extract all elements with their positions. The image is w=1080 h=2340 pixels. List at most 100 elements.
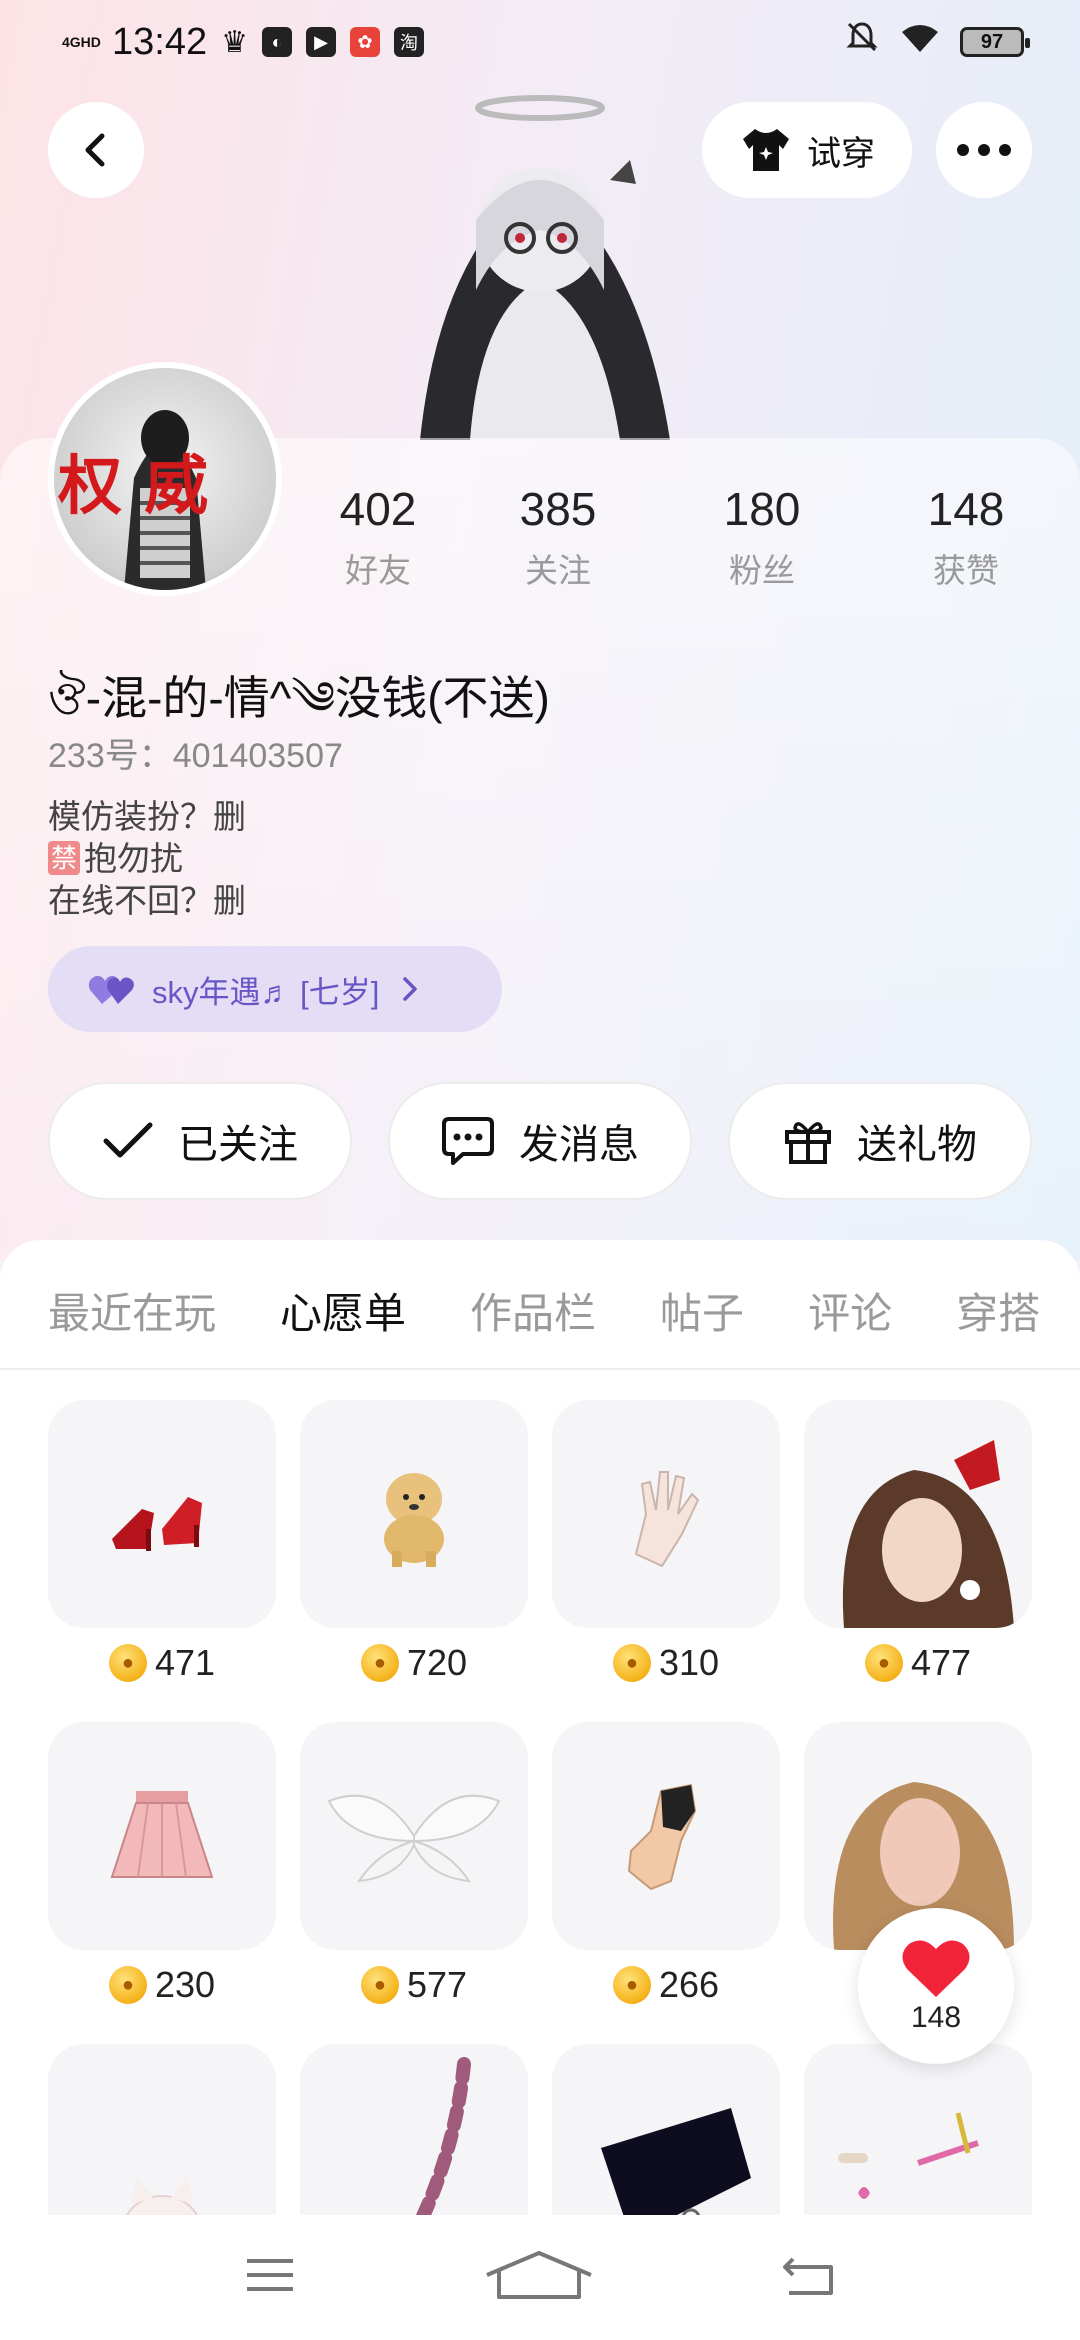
avatar-character-image xyxy=(420,95,670,440)
action-buttons: 已关注 发消息 送礼物 xyxy=(48,1082,1032,1200)
stat-friends-count: 402 xyxy=(339,483,417,535)
tab-outfits[interactable]: 穿搭 xyxy=(956,1280,1040,1341)
brown-hair-image xyxy=(842,1440,1014,1628)
menu-nav-button[interactable] xyxy=(243,2255,297,2300)
coin-icon: ● xyxy=(864,1644,903,1682)
chevron-left-icon xyxy=(85,133,105,167)
coin-icon: ● xyxy=(108,1966,147,2004)
double-heart-icon xyxy=(88,975,134,1004)
item-thumbnail xyxy=(48,1400,276,1628)
wishlist-panel: ● 471 ● 720 ● 310 ● 477 ● 230 ● 577 ● 26… xyxy=(0,1370,1080,2215)
fishnet-glove-image xyxy=(627,1783,697,1891)
lace-glove-image xyxy=(634,1471,700,1568)
avatar[interactable]: 权 威 xyxy=(48,362,282,596)
stat-fans-label: 粉丝 xyxy=(729,552,795,589)
wishlist-item[interactable]: ● 577 xyxy=(300,1722,528,2044)
wishlist-item[interactable] xyxy=(804,2044,1032,2215)
app-notification-icon: ◐ xyxy=(262,27,292,57)
back-nav-button[interactable] xyxy=(781,2253,837,2302)
video-app-icon: ▶ xyxy=(306,27,336,57)
home-nav-button[interactable] xyxy=(483,2249,595,2306)
striped-tail-image xyxy=(415,2057,471,2215)
item-price: 577 xyxy=(406,1964,468,2005)
message-label: 发消息 xyxy=(519,1123,639,1167)
stat-friends[interactable]: 402 好友 xyxy=(310,482,446,592)
tab-posts[interactable]: 帖子 xyxy=(660,1280,744,1341)
relationship-badge[interactable]: sky年遇♬ [七岁] xyxy=(48,946,502,1032)
following-button[interactable]: 已关注 xyxy=(48,1082,352,1200)
tshirt-icon xyxy=(743,129,789,171)
item-thumbnail xyxy=(300,1722,528,1950)
home-icon xyxy=(486,2251,592,2299)
user-id: 233号：401403507 xyxy=(48,737,343,775)
wishlist-item[interactable]: ● 471 xyxy=(48,1400,276,1722)
send-gift-label: 送礼物 xyxy=(857,1123,977,1167)
tab-bar: 最近在玩 心愿单 作品栏 帖子 评论 穿搭 xyxy=(0,1240,1080,1370)
send-gift-button[interactable]: 送礼物 xyxy=(728,1082,1032,1200)
following-label: 已关注 xyxy=(178,1123,298,1167)
taobao-icon: 淘 xyxy=(394,27,424,57)
item-thumbnail xyxy=(552,2044,780,2215)
wishlist-item[interactable]: ● 310 xyxy=(552,1400,780,1722)
stat-likes[interactable]: 148 获赞 xyxy=(898,482,1034,592)
bio-line: 禁抱勿扰 xyxy=(48,838,246,880)
item-price: 471 xyxy=(154,1642,216,1683)
stat-fans-count: 180 xyxy=(723,483,801,535)
like-button[interactable]: 148 xyxy=(858,1908,1014,2064)
back-arrow-icon xyxy=(783,2257,833,2295)
bio: 模仿装扮？删 禁抱勿扰 在线不回？删 xyxy=(48,796,246,922)
wishlist-item[interactable]: ● 720 xyxy=(300,1400,528,1722)
chat-bubble-icon xyxy=(442,1117,494,1165)
stat-likes-label: 获赞 xyxy=(933,552,999,589)
coin-icon: ● xyxy=(360,1644,399,1682)
bio-line: 在线不回？删 xyxy=(48,882,246,919)
item-thumbnail xyxy=(552,1400,780,1628)
angel-wings-image xyxy=(327,1794,501,1883)
try-on-button[interactable]: 试穿 xyxy=(702,102,912,198)
badge-label: sky年遇♬ [七岁] xyxy=(152,974,380,1010)
stat-following-label: 关注 xyxy=(525,552,591,589)
stat-friends-label: 好友 xyxy=(345,552,411,589)
wishlist-item[interactable]: ● 477 xyxy=(804,1400,1032,1722)
stat-following[interactable]: 385 关注 xyxy=(490,482,626,592)
wishlist-item[interactable] xyxy=(552,2044,780,2215)
heart-icon xyxy=(902,1940,970,1997)
item-thumbnail xyxy=(300,1400,528,1628)
bio-tag: 禁 xyxy=(48,841,81,875)
more-button[interactable] xyxy=(936,102,1032,198)
item-thumbnail xyxy=(804,1400,1032,1628)
tab-comments[interactable]: 评论 xyxy=(808,1280,892,1341)
accessories-image xyxy=(838,2112,979,2199)
wishlist-item[interactable] xyxy=(300,2044,528,2215)
item-thumbnail xyxy=(48,2044,276,2215)
back-button[interactable] xyxy=(48,102,144,198)
stat-likes-count: 148 xyxy=(927,483,1005,535)
black-collar-image xyxy=(601,2108,751,2215)
chevron-right-icon xyxy=(403,977,418,1001)
wishlist-item[interactable] xyxy=(48,2044,276,2215)
battery-level: 97 xyxy=(980,30,1004,53)
status-bar: 4GHD 13:42 ♛ ◐ ▶ ✿ 淘 97 xyxy=(0,0,1080,84)
item-thumbnail xyxy=(804,2044,1032,2215)
mute-icon xyxy=(844,19,880,65)
battery-icon: 97 xyxy=(960,27,1030,57)
pink-skirt-image xyxy=(110,1791,214,1878)
item-price: 310 xyxy=(658,1642,720,1683)
item-price: 266 xyxy=(658,1964,720,2005)
clock: 13:42 xyxy=(112,20,208,63)
network-indicator: 4GHD xyxy=(62,34,101,50)
crown-icon: ♛ xyxy=(221,25,248,59)
stat-fans[interactable]: 180 粉丝 xyxy=(694,482,830,592)
tab-wishlist[interactable]: 心愿单 xyxy=(280,1280,406,1341)
bio-line-text: 抱勿扰 xyxy=(84,840,184,877)
red-heels-image xyxy=(112,1497,202,1551)
coin-icon: ● xyxy=(612,1966,651,2004)
check-icon xyxy=(103,1122,153,1158)
coin-icon: ● xyxy=(612,1644,651,1682)
gift-icon xyxy=(785,1122,831,1164)
message-button[interactable]: 发消息 xyxy=(388,1082,692,1200)
tab-works[interactable]: 作品栏 xyxy=(470,1280,596,1341)
wishlist-item[interactable]: ● 230 xyxy=(48,1722,276,2044)
tab-recent-play[interactable]: 最近在玩 xyxy=(48,1280,216,1341)
wishlist-item[interactable]: ● 266 xyxy=(552,1722,780,2044)
